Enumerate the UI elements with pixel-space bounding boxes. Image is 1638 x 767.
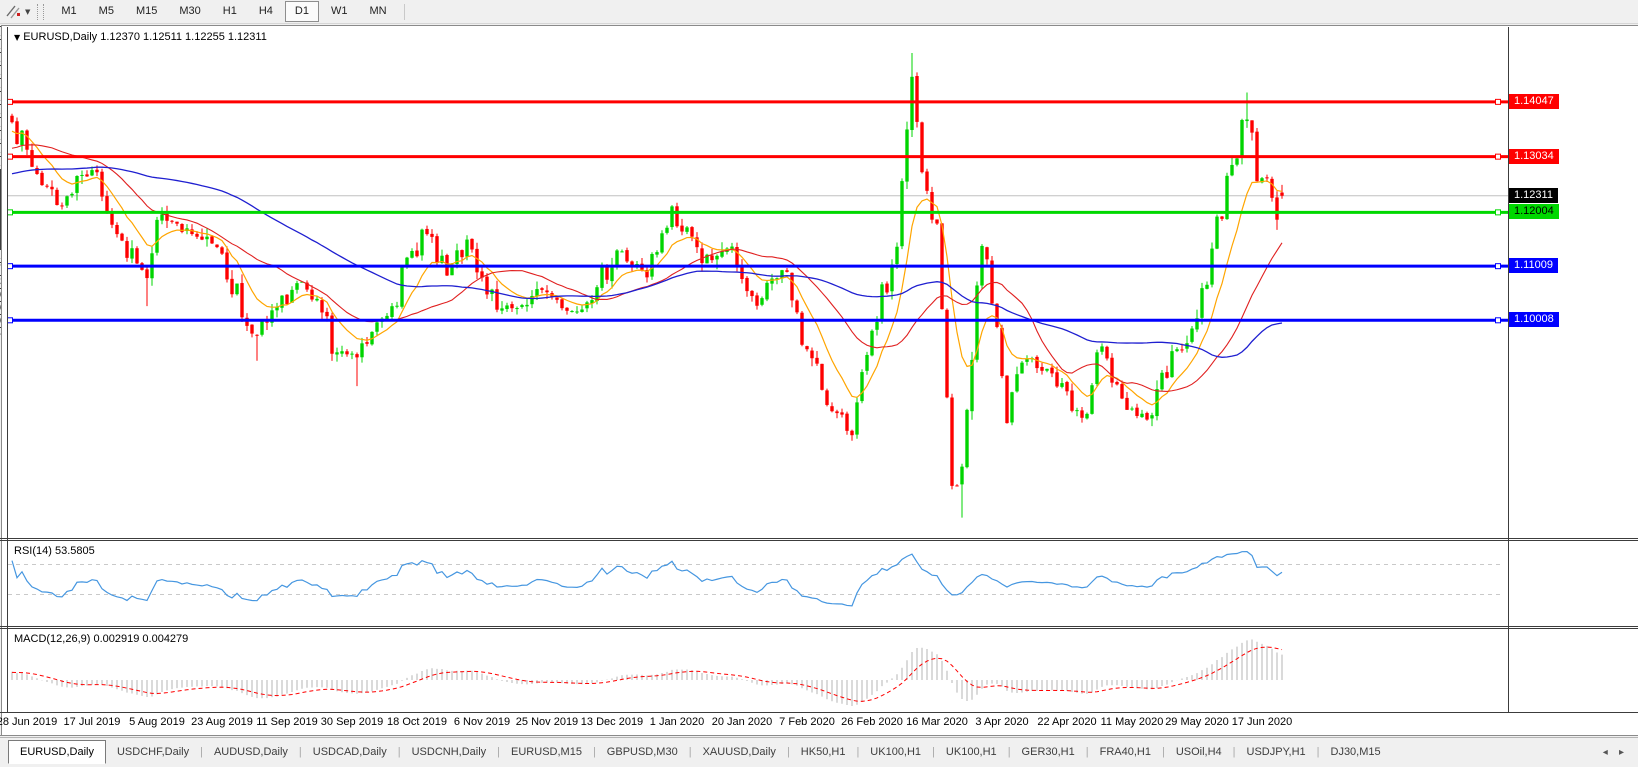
toolbar-grip[interactable]	[37, 3, 45, 20]
separator-rsi-macd[interactable]	[0, 626, 1638, 627]
time-tick-label: 18 Oct 2019	[387, 716, 447, 728]
scroll-tabs-left-button[interactable]: ◂	[1599, 747, 1612, 758]
chart-tab-eurusd-m15[interactable]: EURUSD,M15	[500, 742, 593, 763]
toolbar-separator	[403, 3, 405, 20]
chart-tab-xauusd-daily[interactable]: XAUUSD,Daily	[692, 742, 787, 763]
time-tick-label: 5 Aug 2019	[129, 716, 185, 728]
time-tick-label: 11 May 2020	[1100, 716, 1164, 728]
time-tick-label: 26 Feb 2020	[841, 716, 903, 728]
level-price-label: 1.14047	[1509, 93, 1559, 109]
terminal-window: ▼ M1 M5 M15 M30 H1 H4 D1 W1 MN ▼ EURUSD,Daily 1.…	[0, 0, 1638, 767]
chart-title-ohlc: EURUSD,Daily 1.12370 1.12511 1.12255 1.1…	[23, 31, 267, 43]
level-price-label: 1.13034	[1509, 148, 1559, 164]
timeframe-button-h1[interactable]: H1	[213, 1, 247, 22]
timeframes-toolbar: ▼ M1 M5 M15 M30 H1 H4 D1 W1 MN	[0, 0, 1638, 24]
timeframe-button-w1[interactable]: W1	[321, 1, 358, 22]
chart-window-bottom-border	[0, 735, 1638, 736]
candles	[10, 53, 1284, 518]
macd-label: MACD(12,26,9) 0.002919 0.004279	[14, 633, 189, 645]
chart-ohlc-header: ▼ EURUSD,Daily 1.12370 1.12511 1.12255 1…	[14, 31, 267, 43]
chart-tab-gbpusd-m30[interactable]: GBPUSD,M30	[596, 742, 689, 763]
chart-tab-usdchf-daily[interactable]: USDCHF,Daily	[106, 742, 200, 763]
time-tick-label: 17 Jul 2019	[63, 716, 121, 728]
time-tick-label: 30 Sep 2019	[320, 716, 384, 728]
timeframe-button-h4[interactable]: H4	[249, 1, 283, 22]
time-tick-label: 29 May 2020	[1165, 716, 1229, 728]
time-tick-label: 1 Jan 2020	[649, 716, 705, 728]
time-tick-label: 20 Jan 2020	[711, 716, 773, 728]
timeframe-button-m1[interactable]: M1	[51, 1, 86, 22]
time-tick-label: 25 Nov 2019	[515, 716, 579, 728]
time-tick-label: 3 Apr 2020	[975, 716, 1029, 728]
tab-scroll-arrows: ◂ ▸	[1599, 742, 1628, 763]
level-price-label: 1.11009	[1509, 258, 1558, 274]
chart-tab-dj30-m15[interactable]: DJ30,M15	[1320, 742, 1392, 763]
separator-main-rsi[interactable]	[0, 538, 1638, 539]
chart-tab-fra40-h1[interactable]: FRA40,H1	[1089, 742, 1162, 763]
macd-histogram	[11, 639, 1283, 706]
chart-tabs-bar: EURUSD,Daily USDCHF,Daily | AUDUSD,Daily | US…	[0, 737, 1638, 764]
rsi-line	[11, 551, 1283, 607]
time-tick-label: 16 Mar 2020	[906, 716, 968, 728]
collapse-chart-icon[interactable]: ▼	[14, 33, 20, 42]
line-studies-dropdown-icon[interactable]: ▼	[25, 8, 30, 16]
time-tick-label: 11 Sep 2019	[256, 716, 318, 728]
chart-tab-eurusd-daily[interactable]: EURUSD,Daily	[8, 740, 106, 764]
macd-signal-line	[11, 646, 1283, 702]
rsi-panel-canvas[interactable]	[8, 541, 1508, 626]
chart-tab-ger30-h1[interactable]: GER30,H1	[1011, 742, 1086, 763]
time-tick-label: 23 Aug 2019	[191, 716, 253, 728]
chart-tab-uk100-h1[interactable]: UK100,H1	[859, 742, 932, 763]
time-tick-label: 22 Apr 2020	[1037, 716, 1097, 728]
time-tick-label: 7 Feb 2020	[779, 716, 835, 728]
chart-tab-usdcad-daily[interactable]: USDCAD,Daily	[302, 742, 398, 763]
chart-tab-audusd-daily[interactable]: AUDUSD,Daily	[203, 742, 299, 763]
macd-panel-canvas[interactable]	[8, 629, 1508, 712]
timeframe-button-d1[interactable]: D1	[284, 1, 319, 22]
timeframe-button-m15[interactable]: M15	[126, 1, 167, 22]
chart-tab-hk50-h1[interactable]: HK50,H1	[790, 742, 857, 763]
level-price-label: 1.12004	[1509, 204, 1559, 220]
chart-tabs: EURUSD,Daily USDCHF,Daily | AUDUSD,Daily | US…	[0, 739, 1392, 764]
chart-tab-usdjpy-h1[interactable]: USDJPY,H1	[1236, 742, 1317, 763]
time-tick-label: 6 Nov 2019	[453, 716, 511, 728]
current-price-label: 1.12311	[1509, 187, 1558, 203]
timeframe-button-mn[interactable]: MN	[359, 1, 396, 22]
timeframe-buttons: M1 M5 M15 M30 H1 H4 D1 W1 MN	[50, 1, 397, 22]
time-tick-label: 13 Dec 2019	[580, 716, 644, 728]
chart-tab-usdcnh-daily[interactable]: USDCNH,Daily	[401, 742, 498, 763]
main-chart-canvas[interactable]	[8, 27, 1508, 538]
time-tick-label: 17 Jun 2020	[1231, 716, 1293, 728]
chart-tab-uk100-h1[interactable]: UK100,H1	[935, 742, 1008, 763]
timeframe-button-m30[interactable]: M30	[169, 1, 210, 22]
timeframe-button-m5[interactable]: M5	[89, 1, 124, 22]
time-tick-label: 28 Jun 2019	[0, 716, 58, 728]
time-axis-line	[0, 712, 1638, 713]
chart-tab-usoil-h4[interactable]: USOil,H4	[1165, 742, 1233, 763]
level-price-label: 1.10008	[1509, 312, 1559, 328]
price-axis-border	[1508, 27, 1509, 712]
rsi-label: RSI(14) 53.5805	[14, 545, 95, 557]
line-studies-icon[interactable]	[4, 3, 24, 20]
scroll-tabs-right-button[interactable]: ▸	[1615, 747, 1628, 758]
